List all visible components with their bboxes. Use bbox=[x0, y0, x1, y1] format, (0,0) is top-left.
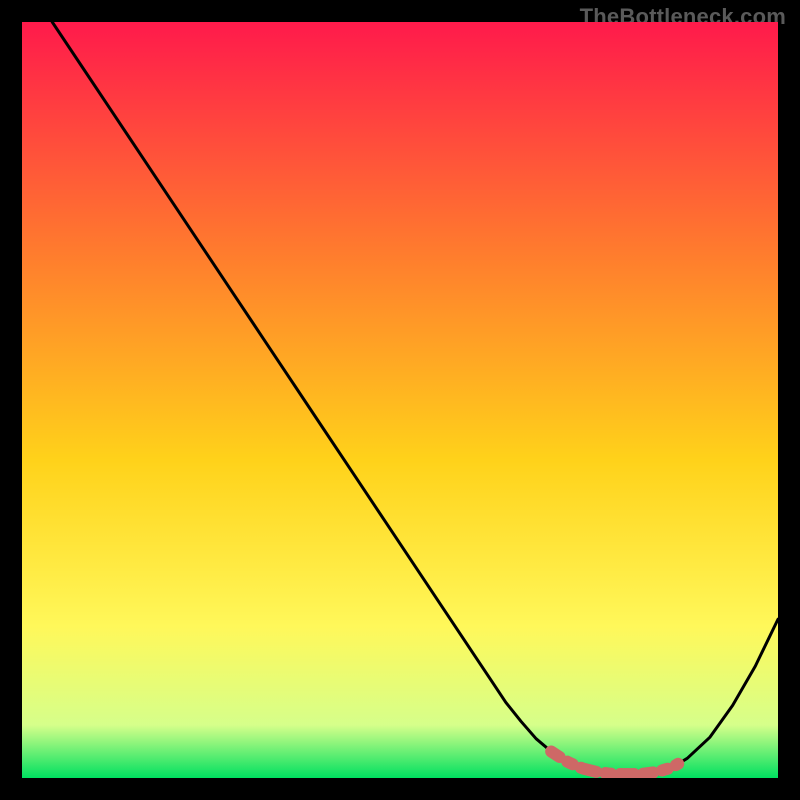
chart-frame: TheBottleneck.com bbox=[0, 0, 800, 800]
chart-plot-area bbox=[22, 22, 778, 778]
chart-svg bbox=[22, 22, 778, 778]
gradient-background bbox=[22, 22, 778, 778]
